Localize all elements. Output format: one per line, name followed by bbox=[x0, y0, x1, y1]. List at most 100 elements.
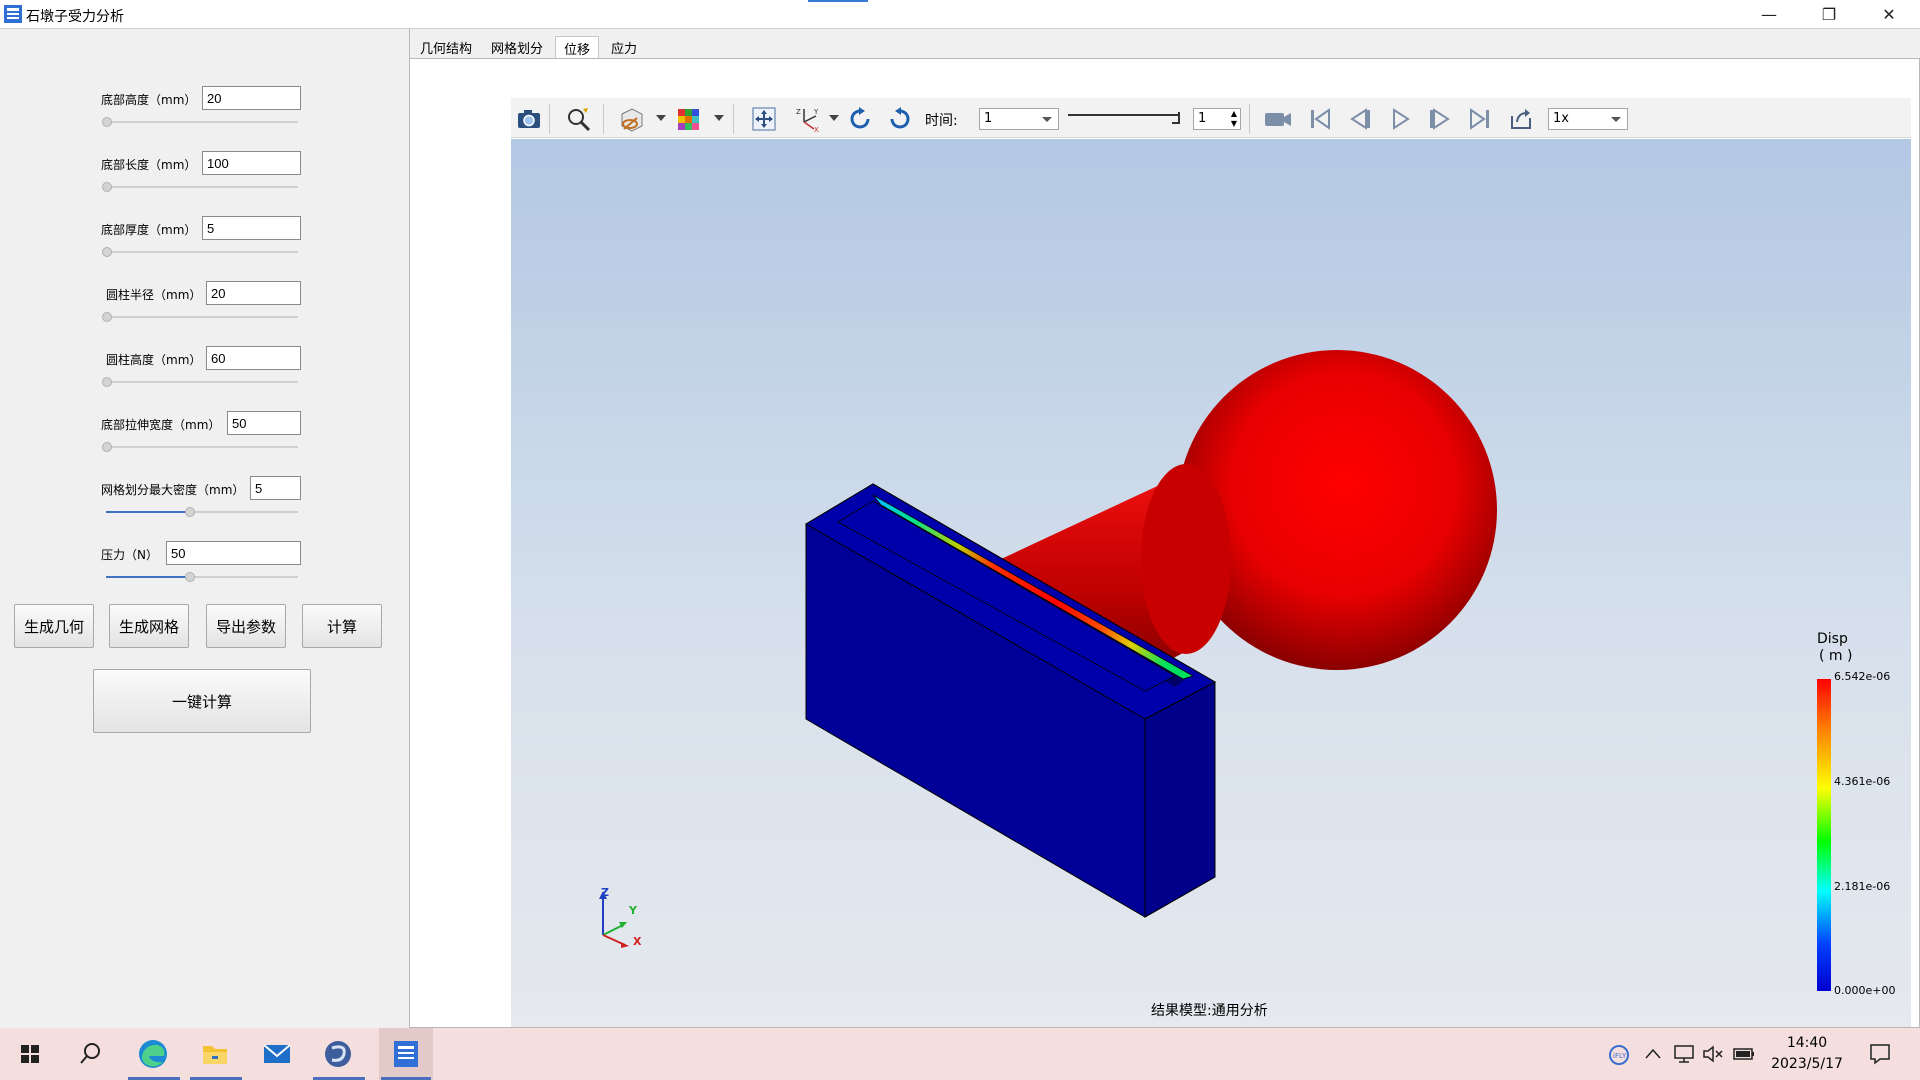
base-thickness-slider-thumb[interactable] bbox=[102, 247, 112, 257]
speed-combo[interactable]: 1x bbox=[1548, 108, 1628, 130]
compute-button[interactable]: 计算 bbox=[302, 604, 382, 648]
export-icon[interactable] bbox=[1508, 106, 1534, 132]
prev-frame-icon[interactable] bbox=[1347, 106, 1373, 132]
rotate-ccw-icon[interactable] bbox=[887, 106, 913, 132]
param-label-mesh-max-density: 网格划分最大密度（mm） bbox=[101, 483, 245, 497]
tab-geometry[interactable]: 几何结构 bbox=[412, 36, 480, 58]
toolbar-separator bbox=[549, 104, 550, 134]
base-thickness-input[interactable] bbox=[202, 216, 301, 240]
time-slider-handle[interactable] bbox=[1172, 112, 1180, 124]
ime-icon[interactable]: iFLY bbox=[1608, 1044, 1630, 1066]
maximize-button[interactable]: ❐ bbox=[1806, 0, 1852, 29]
clock-time[interactable]: 14:40 bbox=[1772, 1035, 1842, 1051]
visibility-dropdown-arrow[interactable] bbox=[656, 115, 666, 121]
base-height-slider-track[interactable] bbox=[106, 121, 298, 123]
toolbar-separator bbox=[603, 104, 604, 134]
base-extrude-width-slider-thumb[interactable] bbox=[102, 442, 112, 452]
sphere-shape bbox=[1177, 350, 1497, 670]
pressure-slider-thumb[interactable] bbox=[185, 572, 195, 582]
axes-icon[interactable]: Z Y X bbox=[794, 106, 820, 132]
param-label-base-thickness: 底部厚度（mm） bbox=[101, 223, 197, 237]
base-height-input[interactable] bbox=[202, 86, 301, 110]
next-frame-icon[interactable] bbox=[1427, 106, 1453, 132]
app-swirl-icon[interactable] bbox=[318, 1036, 358, 1072]
rotate-cw-icon[interactable] bbox=[847, 106, 873, 132]
speed-combo-value: 1x bbox=[1553, 111, 1569, 126]
spin-arrows-icon[interactable]: ▲ ▼ bbox=[1231, 109, 1237, 129]
param-label-cylinder-height: 圆柱高度（mm） bbox=[106, 353, 202, 367]
time-combo[interactable]: 1 bbox=[979, 108, 1059, 130]
base-thickness-slider-track[interactable] bbox=[106, 251, 298, 253]
cylinder-height-slider-thumb[interactable] bbox=[102, 377, 112, 387]
taskbar: iFLY 14:40 2023/5/17 bbox=[0, 1028, 1920, 1080]
chevron-up-icon[interactable] bbox=[1643, 1046, 1663, 1062]
one-click-compute-button[interactable]: 一键计算 bbox=[93, 669, 311, 733]
battery-icon[interactable] bbox=[1732, 1044, 1756, 1064]
export-params-button[interactable]: 导出参数 bbox=[206, 604, 286, 648]
base-block-side-face bbox=[1144, 681, 1216, 918]
legend-color-bar bbox=[1817, 679, 1831, 991]
legend-tick-max: 6.542e-06 bbox=[1834, 670, 1891, 683]
cylinder-height-input[interactable] bbox=[206, 346, 301, 370]
tab-stress[interactable]: 应力 bbox=[603, 36, 645, 58]
search-icon[interactable] bbox=[70, 1036, 110, 1072]
base-extrude-width-slider-track[interactable] bbox=[106, 446, 298, 448]
param-label-pressure: 压力（N） bbox=[101, 548, 158, 562]
windows-start-icon[interactable] bbox=[10, 1036, 50, 1072]
cylinder-radius-slider-track[interactable] bbox=[106, 316, 298, 318]
clock-date[interactable]: 2023/5/17 bbox=[1766, 1056, 1848, 1072]
generate-mesh-button[interactable]: 生成网格 bbox=[109, 604, 189, 648]
fit-view-icon[interactable] bbox=[751, 106, 777, 132]
frame-spinbox[interactable]: 1 ▲ ▼ bbox=[1193, 108, 1241, 130]
base-length-slider-thumb[interactable] bbox=[102, 182, 112, 192]
displacement-model[interactable] bbox=[511, 139, 1911, 1027]
cylinder-radius-input[interactable] bbox=[206, 281, 301, 305]
time-slider-track[interactable] bbox=[1068, 114, 1178, 116]
tab-mesh[interactable]: 网格划分 bbox=[483, 36, 551, 58]
mesh-max-density-slider-thumb[interactable] bbox=[185, 507, 195, 517]
toolbar-separator bbox=[733, 104, 734, 134]
camera-icon[interactable] bbox=[516, 106, 542, 132]
mail-icon[interactable] bbox=[257, 1036, 297, 1072]
minimize-button[interactable]: — bbox=[1746, 0, 1792, 29]
base-height-slider-thumb[interactable] bbox=[102, 117, 112, 127]
axis-z-label: Z bbox=[601, 886, 609, 899]
play-icon[interactable] bbox=[1387, 106, 1413, 132]
base-length-input[interactable] bbox=[202, 151, 301, 175]
notification-icon[interactable] bbox=[1868, 1042, 1892, 1066]
parameter-panel bbox=[0, 29, 410, 1028]
axis-x-label: X bbox=[633, 935, 642, 948]
3d-viewport[interactable]: Z Y X 结果模型:通用分析 bbox=[511, 139, 1911, 1027]
zoom-icon[interactable] bbox=[566, 106, 592, 132]
cylinder-radius-slider-thumb[interactable] bbox=[102, 312, 112, 322]
visibility-icon[interactable] bbox=[619, 106, 645, 132]
color-map-dropdown-arrow[interactable] bbox=[714, 115, 724, 121]
mesh-max-density-input[interactable] bbox=[250, 476, 301, 500]
axes-dropdown-arrow[interactable] bbox=[829, 115, 839, 121]
last-frame-icon[interactable] bbox=[1467, 106, 1493, 132]
tab-displacement[interactable]: 位移 bbox=[555, 36, 600, 58]
legend-unit: ( m ) bbox=[1819, 648, 1853, 664]
base-length-slider-track[interactable] bbox=[106, 186, 298, 188]
record-icon[interactable] bbox=[1263, 106, 1293, 132]
edge-icon[interactable] bbox=[133, 1036, 173, 1072]
legend-title: Disp bbox=[1817, 631, 1848, 647]
frame-spinbox-value: 1 bbox=[1198, 111, 1207, 126]
color-map-icon[interactable] bbox=[675, 106, 701, 132]
cylinder-height-slider-track[interactable] bbox=[106, 381, 298, 383]
file-explorer-icon[interactable] bbox=[195, 1036, 235, 1072]
active-app-icon[interactable] bbox=[386, 1036, 426, 1072]
base-extrude-width-input[interactable] bbox=[227, 411, 301, 435]
cylinder-end-face bbox=[1141, 464, 1231, 654]
network-icon[interactable] bbox=[1673, 1044, 1695, 1064]
param-label-base-extrude-width: 底部拉伸宽度（mm） bbox=[101, 418, 221, 432]
generate-geometry-button[interactable]: 生成几何 bbox=[14, 604, 94, 648]
legend-tick-min: 0.000e+00 bbox=[1834, 984, 1896, 997]
pressure-input[interactable] bbox=[166, 541, 301, 565]
time-label: 时间: bbox=[925, 113, 958, 129]
title-accent-strip bbox=[808, 0, 868, 2]
volume-muted-icon[interactable] bbox=[1702, 1044, 1724, 1064]
close-button[interactable]: ✕ bbox=[1866, 0, 1912, 29]
first-frame-icon[interactable] bbox=[1307, 106, 1333, 132]
toolbar-separator bbox=[1249, 104, 1250, 134]
